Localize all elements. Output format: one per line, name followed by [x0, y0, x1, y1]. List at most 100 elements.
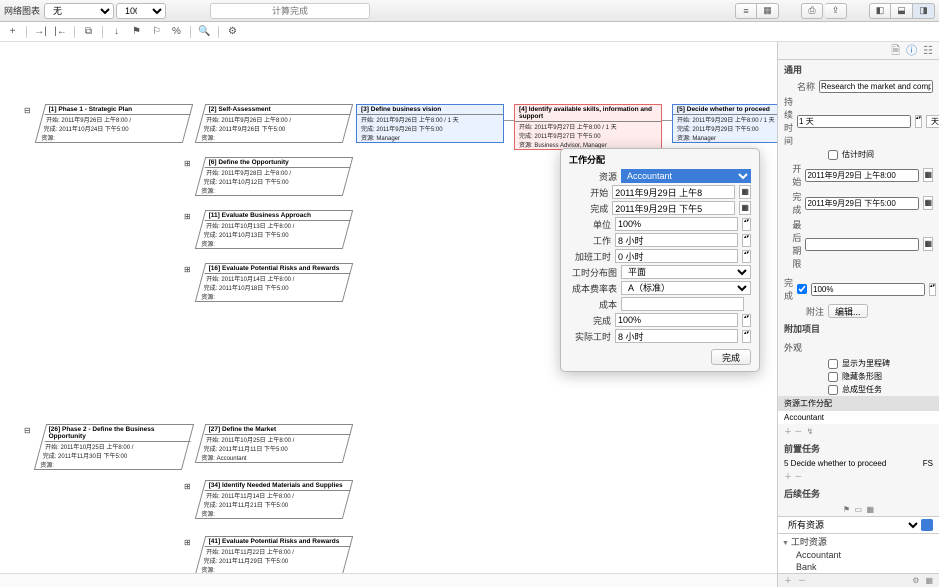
milestone-check[interactable]	[828, 359, 838, 369]
left-panel-btn[interactable]: ◧	[869, 3, 891, 19]
task-card[interactable]: [34] Identify Needed Materials and Suppl…	[195, 480, 353, 519]
stepper-icon[interactable]: ▴▾	[929, 283, 936, 296]
work-field[interactable]	[615, 233, 738, 247]
disclosure-icon[interactable]: ⊞	[184, 482, 191, 491]
calendar-icon[interactable]: ▦	[923, 237, 933, 251]
complete-stepper-icon[interactable]: ▴▾	[742, 314, 751, 327]
cost-field[interactable]	[621, 297, 744, 311]
tab-inspect-icon[interactable]: ⓘ	[906, 42, 917, 59]
complete-field[interactable]	[615, 313, 738, 327]
action1-icon[interactable]: ↓	[108, 25, 125, 39]
resource-group[interactable]: 工时资源	[778, 534, 939, 549]
edit-note-button[interactable]: 编辑...	[828, 304, 868, 318]
task-card[interactable]: [41] Evaluate Potential Risks and Reward…	[195, 536, 353, 575]
resource-item[interactable]: Bank	[778, 561, 939, 573]
start-field[interactable]	[805, 169, 919, 182]
task-card[interactable]: [4] Identify available skills, informati…	[514, 104, 662, 150]
calendar-icon[interactable]: ▦	[739, 201, 751, 215]
succ-icon3[interactable]: ▦	[867, 505, 875, 514]
cost-label: 成本	[569, 298, 617, 311]
right-panel-btn[interactable]: ◨	[913, 3, 935, 19]
disclosure-icon[interactable]: ⊞	[184, 159, 191, 168]
task-card[interactable]: [26] Phase 2 - Define the Business Oppor…	[34, 424, 194, 470]
remove-icon[interactable]: －	[798, 575, 806, 586]
stepper-icon[interactable]: ▴▾	[915, 115, 922, 128]
link-icon[interactable]: ⧉	[80, 25, 97, 39]
add-icon[interactable]: ＋	[784, 575, 792, 586]
grid-icon[interactable]: ▦	[925, 576, 933, 585]
duration-unit[interactable]: 天数	[926, 115, 939, 128]
bottom-panel-btn[interactable]: ⬓	[891, 3, 913, 19]
calendar-icon[interactable]: ▦	[923, 168, 933, 182]
complete-pct[interactable]	[811, 283, 925, 296]
task-card[interactable]: [5] Decide whether to proceed开始: 2011年9月…	[672, 104, 777, 143]
ot-stepper-icon[interactable]: ▴▾	[742, 250, 751, 263]
person-icon[interactable]: ⚑	[128, 25, 145, 39]
resource-select[interactable]: Accountant	[621, 169, 751, 183]
remove-icon[interactable]: －	[794, 427, 802, 436]
ot-field[interactable]	[615, 249, 738, 263]
task-card[interactable]: [1] Phase 1 - Strategic Plan开始: 2011年9月2…	[35, 104, 193, 143]
indent-right-icon[interactable]: →|	[32, 25, 49, 39]
magnify-icon[interactable]: 🔍	[196, 25, 213, 39]
tab-style-icon[interactable]: ☷	[923, 42, 933, 59]
settings-icon[interactable]: ⚙	[224, 25, 241, 39]
print-btn[interactable]: ⎙	[801, 3, 823, 19]
add-icon[interactable]: +	[4, 25, 21, 39]
task-card[interactable]: [6] Define the Opportunity开始: 2011年9月28日…	[195, 157, 353, 196]
task-card[interactable]: [27] Define the Market开始: 2011年10月25日 上午…	[195, 424, 353, 463]
succ-icon1[interactable]: ⚑	[843, 505, 850, 514]
finish-field[interactable]	[805, 197, 919, 210]
resource-item[interactable]: Accountant	[778, 549, 939, 561]
unit-field[interactable]	[615, 217, 738, 231]
disclosure-icon[interactable]: ⊞	[184, 538, 191, 547]
start-field[interactable]	[612, 185, 735, 199]
cost-table-select[interactable]: A（标准）	[621, 281, 751, 295]
actual-stepper-icon[interactable]: ▴▾	[742, 330, 751, 343]
share-btn[interactable]: ⇪	[825, 3, 847, 19]
contour-select[interactable]: 平面	[621, 265, 751, 279]
assign-icon[interactable]: ↯	[807, 427, 814, 436]
duration-field[interactable]	[797, 115, 911, 128]
deadline-field[interactable]	[805, 238, 919, 251]
add-icon[interactable]: ＋	[784, 427, 792, 436]
hidebar-check[interactable]	[828, 372, 838, 382]
all-resources-select[interactable]: 所有资源	[784, 519, 921, 531]
disclosure-icon[interactable]: ⊞	[184, 265, 191, 274]
disclosure-icon[interactable]: ⊞	[184, 212, 191, 221]
assign-resource-btn[interactable]	[921, 519, 933, 531]
calendar-icon[interactable]: ▦	[923, 196, 933, 210]
search-input[interactable]	[210, 3, 370, 19]
zoom-select[interactable]: 100%	[116, 3, 166, 19]
add-icon[interactable]: ＋	[784, 472, 792, 481]
indent-left-icon[interactable]: |←	[52, 25, 69, 39]
disclosure-icon[interactable]: ⊟	[24, 426, 31, 435]
remove-icon[interactable]: －	[794, 472, 802, 481]
task-card[interactable]: [2] Self-Assessment开始: 2011年9月26日 上午8:00…	[195, 104, 353, 143]
task-card[interactable]: [16] Evaluate Potential Risks and Reward…	[195, 263, 353, 302]
gear-icon[interactable]: ⚙	[912, 576, 919, 585]
task-card[interactable]: [11] Evaluate Business Approach开始: 2011年…	[195, 210, 353, 249]
list-view-btn[interactable]: ≡	[735, 3, 757, 19]
disclosure-icon[interactable]: ⊟	[24, 106, 31, 115]
tab-info-icon[interactable]: 🗎	[891, 42, 900, 59]
unit-stepper-icon[interactable]: ▴▾	[742, 218, 751, 231]
predecessor-item[interactable]: 5 Decide whether to proceed	[784, 459, 886, 468]
calendar-icon[interactable]: ▦	[739, 185, 751, 199]
task-card[interactable]: [3] Define business vision开始: 2011年9月26日…	[356, 104, 504, 143]
summary-check[interactable]	[828, 385, 838, 395]
finish-field[interactable]	[612, 201, 735, 215]
complete-check[interactable]	[797, 284, 807, 294]
percent-icon[interactable]: %	[168, 25, 185, 39]
done-button[interactable]: 完成	[711, 349, 751, 365]
actual-field[interactable]	[615, 329, 738, 343]
work-stepper-icon[interactable]: ▴▾	[742, 234, 751, 247]
estimate-label: 估计时间	[842, 149, 874, 160]
calendar-view-btn[interactable]: ▦	[757, 3, 779, 19]
succ-icon2[interactable]: ▭	[855, 505, 863, 514]
group-select[interactable]: 无	[44, 3, 114, 19]
name-field[interactable]	[819, 80, 933, 93]
flag-icon[interactable]: ⚐	[148, 25, 165, 39]
assigned-resource[interactable]: Accountant	[778, 411, 939, 424]
estimate-checkbox[interactable]	[828, 150, 838, 160]
